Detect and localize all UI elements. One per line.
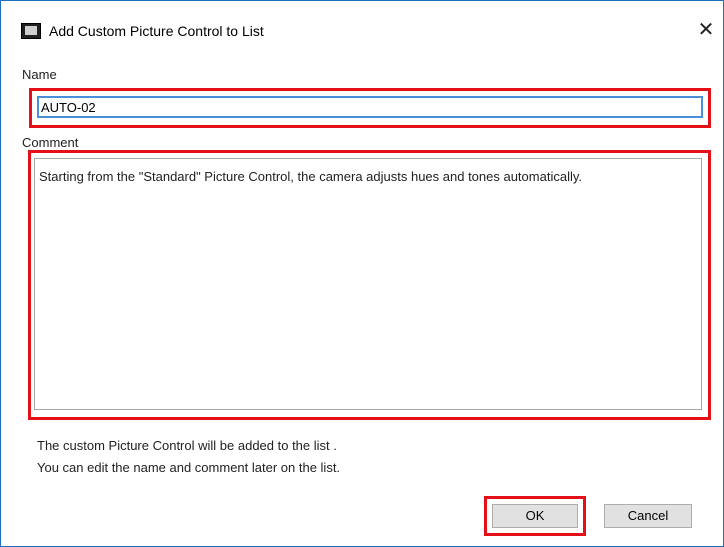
picture-control-icon [21,23,41,39]
ok-button[interactable]: OK [492,504,578,528]
name-label: Name [22,67,57,82]
cancel-button[interactable]: Cancel [604,504,692,528]
name-input[interactable] [37,96,703,118]
dialog-title: Add Custom Picture Control to List [49,23,264,39]
title-bar: Add Custom Picture Control to List ✕ [1,1,723,41]
dialog-window: Add Custom Picture Control to List ✕ Nam… [0,0,724,547]
comment-textarea[interactable]: Starting from the "Standard" Picture Con… [34,158,702,410]
info-text-line-1: The custom Picture Control will be added… [37,438,337,453]
info-text-line-2: You can edit the name and comment later … [37,460,341,475]
comment-label: Comment [22,135,79,150]
close-icon[interactable]: ✕ [693,17,719,43]
